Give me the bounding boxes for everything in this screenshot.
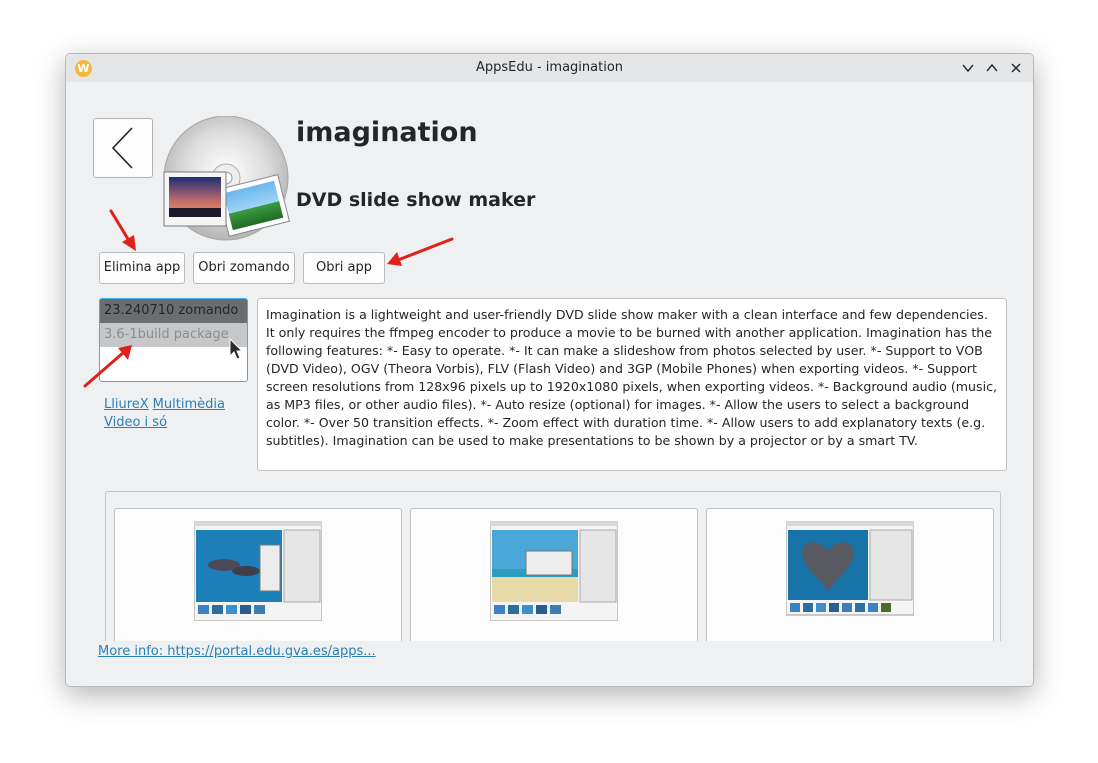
screenshot-thumbnail[interactable] xyxy=(786,521,914,621)
chevron-left-icon xyxy=(111,127,133,169)
chevron-up-icon xyxy=(986,63,998,72)
back-button[interactable] xyxy=(93,118,153,178)
screenshot-thumbnail[interactable] xyxy=(490,521,618,621)
open-app-button[interactable]: Obri app xyxy=(303,252,385,284)
package-item-zomando[interactable]: 23.240710 zomando xyxy=(100,299,247,323)
remove-app-button[interactable]: Elimina app xyxy=(99,252,185,284)
open-zomando-button[interactable]: Obri zomando xyxy=(193,252,295,284)
category-tags: LliureX Multimèdia Video i só xyxy=(104,396,229,432)
app-summary: DVD slide show maker xyxy=(296,189,536,211)
app-logo-dvd-photos-icon xyxy=(163,116,290,241)
more-info-link[interactable]: More info: https://portal.edu.gva.es/app… xyxy=(98,644,376,659)
close-icon xyxy=(1011,63,1021,73)
title-bar: W AppsEdu - imagination xyxy=(66,54,1033,82)
screenshot-thumbnail[interactable] xyxy=(194,521,322,621)
app-description: Imagination is a lightweight and user-fr… xyxy=(257,298,1007,471)
maximize-button[interactable] xyxy=(982,58,1002,78)
screenshots-gallery[interactable] xyxy=(105,491,1001,641)
tag-link-multimedia[interactable]: Multimèdia xyxy=(153,397,225,412)
tag-link-lliurex[interactable]: LliureX xyxy=(104,397,149,412)
tag-link-video[interactable]: Video i só xyxy=(104,415,167,430)
screenshot-card[interactable] xyxy=(706,508,994,641)
chevron-down-icon xyxy=(962,64,974,73)
app-name: imagination xyxy=(296,117,478,148)
app-window: W AppsEdu - imagination imagination DVD … xyxy=(65,53,1034,687)
window-title: AppsEdu - imagination xyxy=(475,60,624,75)
screenshot-card[interactable] xyxy=(114,508,402,641)
minimize-button[interactable] xyxy=(958,58,978,78)
package-list[interactable]: 23.240710 zomando 3.6-1build package xyxy=(99,298,248,382)
package-item-package[interactable]: 3.6-1build package xyxy=(100,323,247,347)
screenshot-card[interactable] xyxy=(410,508,698,641)
close-button[interactable] xyxy=(1006,58,1026,78)
